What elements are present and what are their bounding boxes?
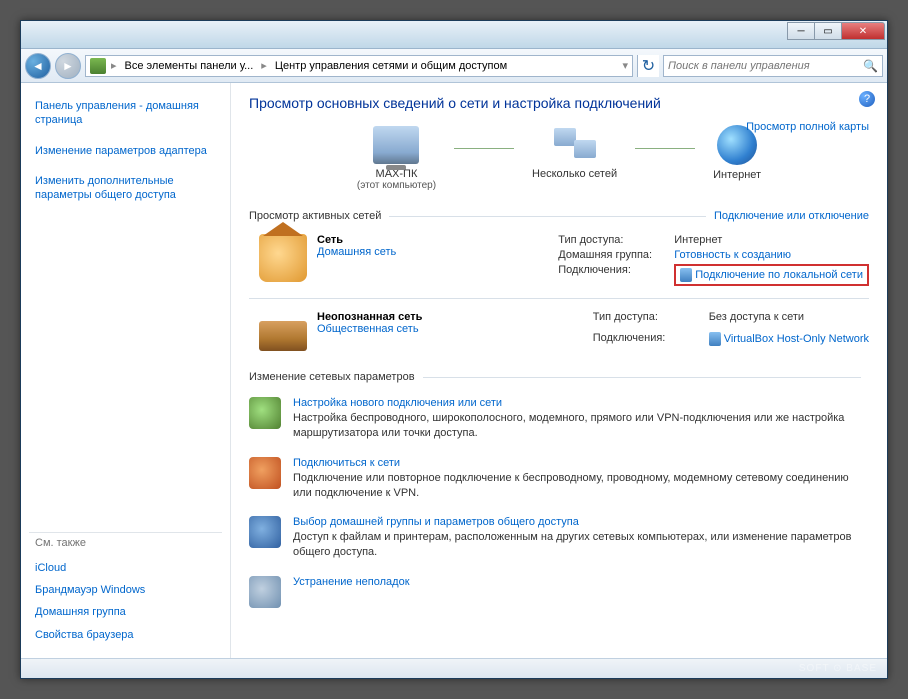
sidebar-link-browser[interactable]: Свойства браузера [29,624,222,646]
access-type-label: Тип доступа: [593,311,703,329]
lan-connection-link[interactable]: Подключение по локальной сети [695,269,863,281]
content: Панель управления - домашняя страница Из… [21,83,887,658]
sidebar: Панель управления - домашняя страница Из… [21,83,231,658]
control-panel-icon [90,58,106,74]
network-map: Просмотр полной карты МАХ-ПК (этот компь… [249,125,869,200]
active-networks-header: Просмотр активных сетей Подключение или … [249,210,869,222]
window: ─ ▭ ✕ ◄ ► ▸ Все элементы панели у... ▸ Ц… [20,20,888,679]
sidebar-link-homegroup[interactable]: Домашняя группа [29,601,222,623]
maximize-button[interactable]: ▭ [814,22,842,40]
page-title: Просмотр основных сведений о сети и наст… [249,95,869,111]
full-map-link[interactable]: Просмотр полной карты [746,121,869,133]
homegroup-label: Домашняя группа: [558,249,668,261]
network-name: Сеть [317,234,554,246]
task-new-connection: Настройка нового подключения или сети На… [249,389,869,449]
chevron-down-icon[interactable]: ▾ [622,59,628,72]
house-icon [259,234,307,282]
ethernet-icon [709,332,721,346]
connector-line [454,148,514,149]
homegroup-link[interactable]: Выбор домашней группы и параметров общег… [293,516,869,528]
computer-icon [373,126,419,164]
sidebar-link-home[interactable]: Панель управления - домашняя страница [29,95,222,132]
new-connection-link[interactable]: Настройка нового подключения или сети [293,397,869,409]
sidebar-link-icloud[interactable]: iCloud [29,557,222,579]
troubleshoot-link[interactable]: Устранение неполадок [293,576,410,588]
bench-icon [259,321,307,351]
change-settings-header: Изменение сетевых параметров [249,371,869,383]
search-icon: 🔍 [863,59,878,73]
connect-disconnect-link[interactable]: Подключение или отключение [714,210,869,222]
breadcrumb[interactable]: ▸ Все элементы панели у... ▸ Центр управ… [85,55,633,77]
access-type-label: Тип доступа: [558,234,668,246]
titlebar: ─ ▭ ✕ [21,21,887,49]
sidebar-link-adapter[interactable]: Изменение параметров адаптера [29,140,222,162]
vbox-connection-link[interactable]: VirtualBox Host-Only Network [724,332,869,344]
task-connect: Подключиться к сети Подключение или повт… [249,449,869,509]
sidebar-link-firewall[interactable]: Брандмауэр Windows [29,579,222,601]
task-troubleshoot: Устранение неполадок [249,568,869,616]
refresh-button[interactable]: ↻ [637,55,659,77]
chevron-right-icon: ▸ [108,59,120,72]
multi-network-icon [552,126,598,164]
search-box[interactable]: 🔍 [663,55,883,77]
node-multiple-networks: Несколько сетей [532,126,617,191]
separator [249,298,869,299]
connect-link[interactable]: Подключиться к сети [293,457,869,469]
connector-line [635,148,695,149]
task-homegroup: Выбор домашней группы и параметров общег… [249,508,869,568]
see-also-heading: См. также [29,532,222,557]
homegroup-link[interactable]: Готовность к созданию [674,249,869,261]
network-block-home: Сеть Домашняя сеть Тип доступа: Интернет… [249,228,869,292]
ethernet-icon [680,268,692,282]
connection-highlight: Подключение по локальной сети [674,264,869,286]
homegroup-icon [249,516,281,548]
troubleshoot-icon [249,576,281,608]
network-type-link[interactable]: Домашняя сеть [317,246,554,258]
sidebar-link-sharing[interactable]: Изменить дополнительные параметры общего… [29,170,222,207]
new-connection-icon [249,397,281,429]
main-panel: ? Просмотр основных сведений о сети и на… [231,83,887,658]
access-type-value: Без доступа к сети [709,311,869,329]
access-type-value: Интернет [674,234,869,246]
network-type-link[interactable]: Общественная сеть [317,323,589,335]
forward-button[interactable]: ► [55,53,81,79]
status-bar [21,658,887,678]
node-internet: Интернет [713,125,761,192]
connections-label: Подключения: [558,264,668,286]
connect-icon [249,457,281,489]
connections-label: Подключения: [593,332,703,352]
search-input[interactable] [668,60,863,72]
node-this-pc: МАХ-ПК (этот компьютер) [357,126,436,191]
close-button[interactable]: ✕ [841,22,885,40]
minimize-button[interactable]: ─ [787,22,815,40]
back-button[interactable]: ◄ [25,53,51,79]
breadcrumb-item-all[interactable]: Все элементы панели у... [122,59,257,73]
breadcrumb-item-network-center[interactable]: Центр управления сетями и общим доступом [272,59,510,73]
network-name: Неопознанная сеть [317,311,589,323]
chevron-right-icon: ▸ [258,59,270,72]
help-icon[interactable]: ? [859,91,875,107]
toolbar: ◄ ► ▸ Все элементы панели у... ▸ Центр у… [21,49,887,83]
network-block-unidentified: Неопознанная сеть Общественная сеть Тип … [249,305,869,357]
